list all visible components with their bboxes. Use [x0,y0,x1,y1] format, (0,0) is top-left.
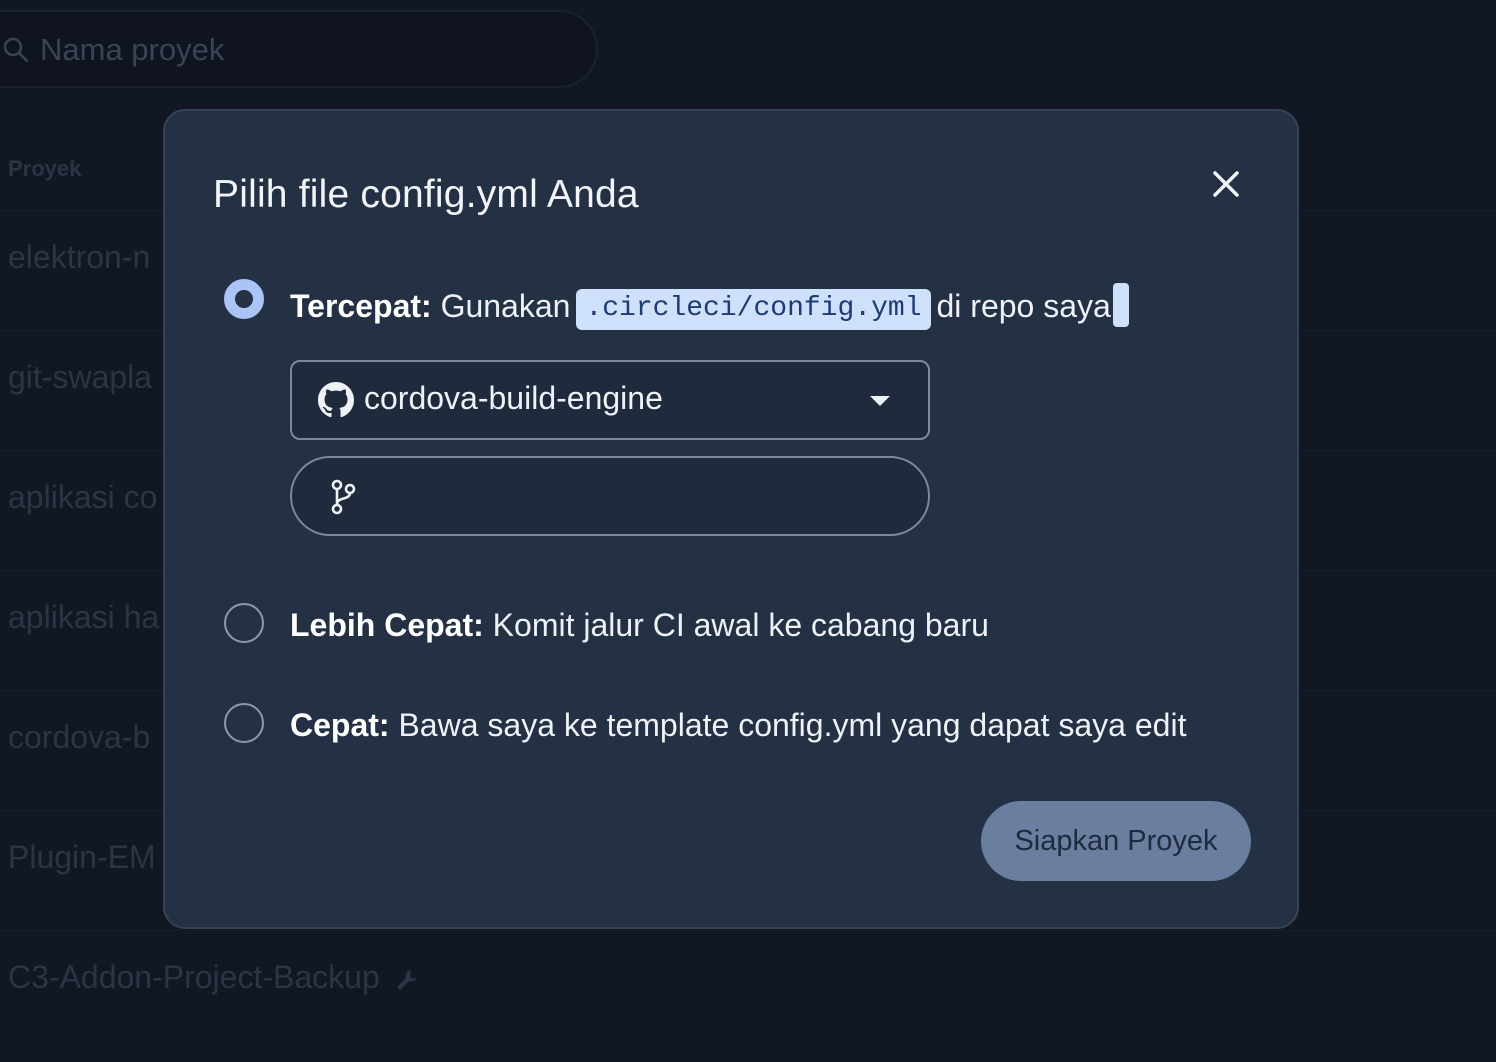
config-path-code: .circleci/config.yml [576,289,931,330]
projects-column-header: Proyek [8,156,82,181]
config-modal: Pilih file config.yml Anda Tercepat: Gun… [163,109,1299,929]
project-name: C3-Addon-Project-Backup [8,959,380,995]
option-faster-label[interactable]: Lebih Cepat: Komit jalur CI awal ke caba… [290,607,989,644]
modal-title: Pilih file config.yml Anda [213,173,639,216]
project-name: git-swapla [8,359,153,395]
text-cursor [1112,283,1129,327]
radio-fastest[interactable] [224,279,264,319]
project-name: cordova-b [8,719,151,755]
chevron-down-icon [870,396,890,406]
option-fastest-post: di repo saya [936,288,1111,324]
page: Nama proyek Proyek elektron-n git-swapla… [0,0,1496,1062]
wrench-icon [396,969,417,990]
project-name: elektron-n [8,239,151,275]
repository-value: cordova-build-engine [364,380,663,416]
setup-project-button[interactable]: Siapkan Proyek [981,801,1251,881]
project-name: aplikasi co [8,479,158,515]
branch-field[interactable] [372,476,896,518]
option-fastest-bold: Tercepat: [290,288,432,324]
repository-select[interactable]: cordova-build-engine [290,360,930,440]
github-icon [318,382,354,418]
option-faster-bold: Lebih Cepat: [290,607,484,643]
radio-faster[interactable] [224,603,264,643]
search-placeholder: Nama proyek [40,32,225,67]
project-search[interactable]: Nama proyek [0,10,598,88]
project-name: aplikasi ha [8,599,160,635]
project-name: Plugin-EM [8,839,156,875]
project-name-row: C3-Addon-Project-Backup [8,959,420,996]
option-fast-bold: Cepat: [290,707,390,743]
option-fastest-label[interactable]: Tercepat: Gunakan .circleci/config.yml di … [290,283,1129,330]
search-icon [3,37,29,63]
branch-input[interactable] [290,456,930,536]
git-branch-icon [331,479,356,515]
option-faster-text: Komit jalur CI awal ke cabang baru [492,607,989,643]
option-fast-label[interactable]: Cepat: Bawa saya ke template config.yml … [290,707,1186,744]
close-icon[interactable] [1205,163,1247,205]
option-fast-text: Bawa saya ke template config.yml yang da… [398,707,1187,743]
project-row[interactable]: C3-Addon-Project-Backup [0,930,1496,1050]
option-fastest-pre: Gunakan [440,288,571,324]
radio-fast[interactable] [224,703,264,743]
